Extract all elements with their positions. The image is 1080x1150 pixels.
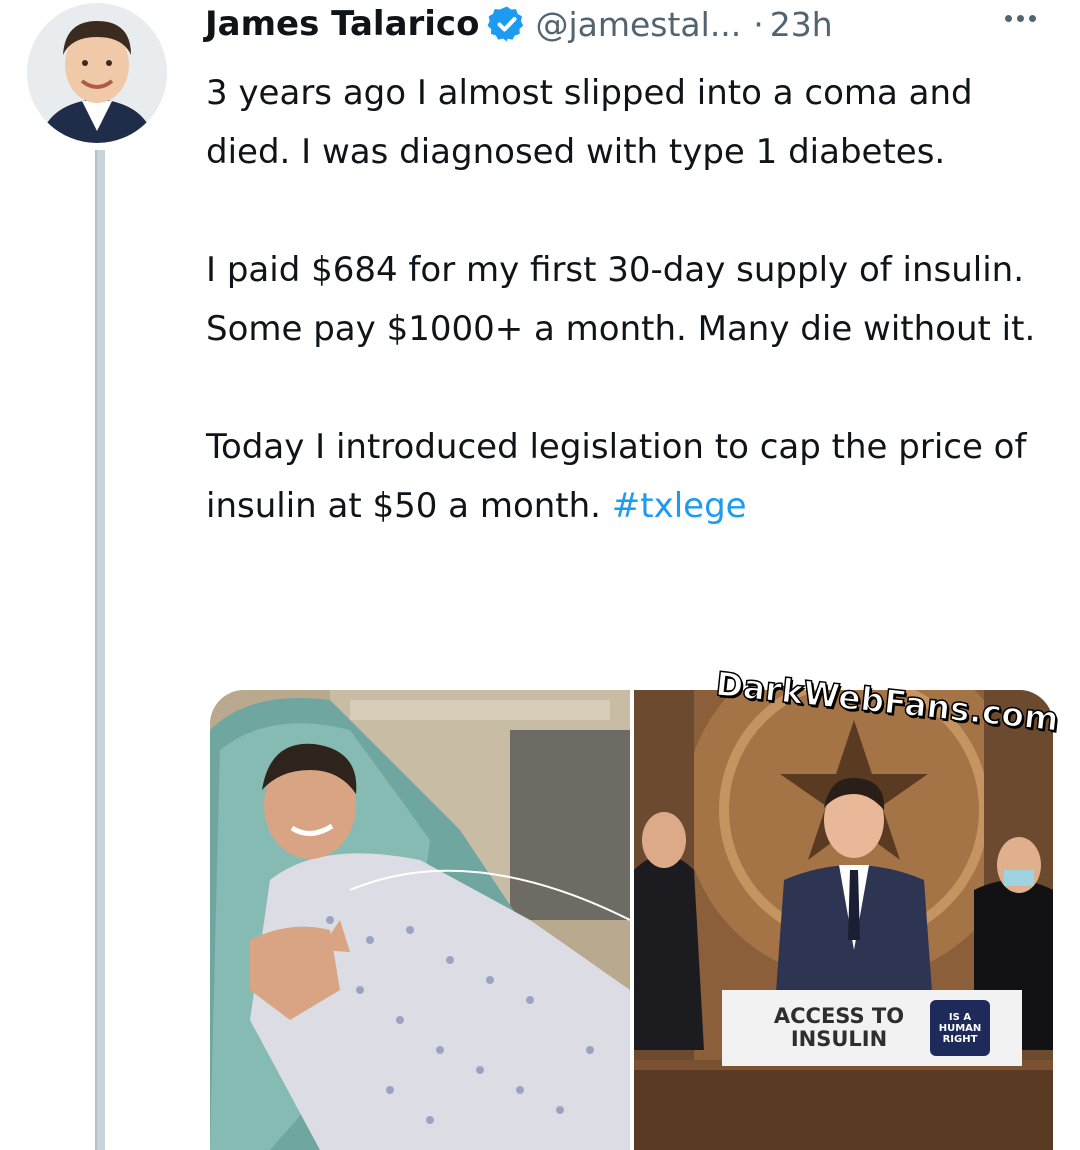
tweet[interactable]: James Talarico @jamestal... · 23h 3 year… <box>0 0 1080 1150</box>
author-name[interactable]: James Talarico <box>205 4 479 44</box>
author-handle[interactable]: @jamestal... <box>535 5 741 44</box>
tweet-paragraph: Today I introduced legislation to cap th… <box>206 418 1036 536</box>
avatar-photo <box>27 3 167 143</box>
tweet-text: 3 years ago I almost slipped into a coma… <box>206 64 1036 536</box>
tweet-paragraph: I paid $684 for my first 30-day supply o… <box>206 250 1036 349</box>
hashtag-link[interactable]: #txlege <box>612 486 747 526</box>
tweet-header: James Talarico @jamestal... · 23h <box>205 0 833 48</box>
tweet-media[interactable]: ACCESS TO INSULIN IS A HUMAN RIGHT <box>210 690 1053 1150</box>
more-horizontal-icon[interactable] <box>990 0 1050 36</box>
thread-line <box>95 150 105 1150</box>
sign-badge: IS A HUMAN RIGHT <box>930 1000 990 1056</box>
sign-badge-line-3: RIGHT <box>942 1033 978 1045</box>
access-to-insulin-sign: ACCESS TO INSULIN IS A HUMAN RIGHT <box>722 990 1022 1066</box>
sign-line-2: INSULIN <box>790 1027 888 1051</box>
timestamp[interactable]: 23h <box>770 5 833 44</box>
sign-text: ACCESS TO INSULIN <box>754 1005 924 1051</box>
hospital-photo-image <box>210 690 630 1150</box>
sign-line-1: ACCESS TO <box>773 1004 905 1028</box>
photo-press-conference[interactable]: ACCESS TO INSULIN IS A HUMAN RIGHT <box>634 690 1053 1150</box>
sign-badge-line-2: HUMAN <box>938 1022 982 1034</box>
avatar[interactable] <box>27 3 167 143</box>
press-conference-image <box>634 690 1053 1150</box>
sign-badge-line-1: IS A <box>948 1011 972 1023</box>
separator-dot: · <box>753 4 764 44</box>
verified-badge-icon <box>487 4 527 44</box>
photo-hospital[interactable] <box>210 690 630 1150</box>
tweet-paragraph: 3 years ago I almost slipped into a coma… <box>206 73 973 172</box>
